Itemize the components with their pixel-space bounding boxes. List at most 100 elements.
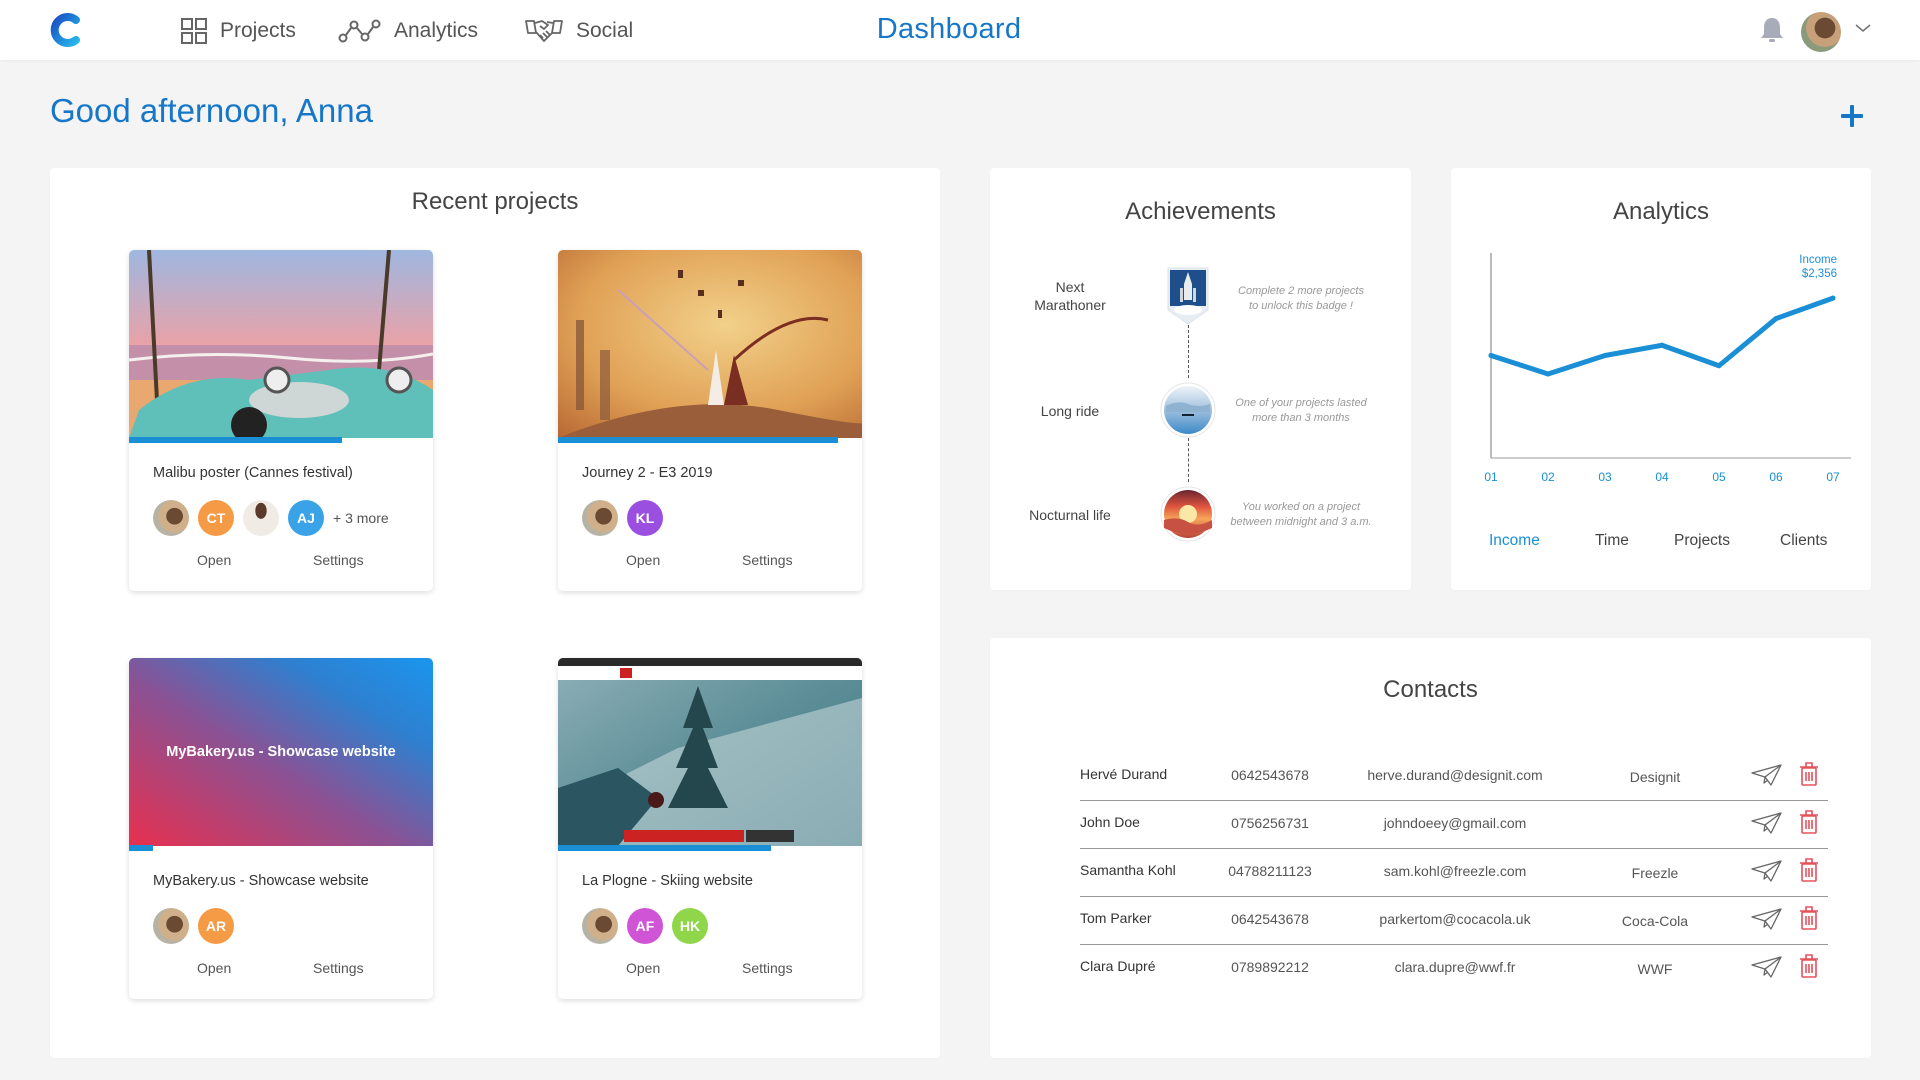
- member-avatar[interactable]: AJ: [288, 500, 324, 536]
- contact-email[interactable]: sam.kohl@freezle.com: [1330, 863, 1580, 879]
- contact-row: John Doe 0756256731 johndoeey@gmail.com: [1080, 801, 1828, 849]
- settings-button[interactable]: Settings: [742, 960, 793, 976]
- user-avatar[interactable]: [1801, 12, 1841, 52]
- member-avatar[interactable]: CT: [198, 500, 234, 536]
- data-point[interactable]: [1716, 363, 1722, 369]
- data-point[interactable]: [1488, 353, 1494, 358]
- chevron-down-icon[interactable]: [1854, 22, 1872, 34]
- paper-plane-icon[interactable]: [1751, 763, 1783, 787]
- settings-button[interactable]: Settings: [313, 552, 364, 568]
- contact-name: Tom Parker: [1080, 910, 1152, 926]
- project-thumbnail[interactable]: [558, 250, 862, 438]
- member-avatar[interactable]: [582, 908, 618, 944]
- data-point[interactable]: [1830, 295, 1836, 301]
- contact-row: Hervé Durand 0642543678 herve.durand@desig…: [1080, 753, 1828, 801]
- contact-phone: 0756256731: [1231, 815, 1309, 831]
- data-point[interactable]: [1659, 342, 1665, 348]
- contact-phone: 04788211123: [1228, 863, 1312, 879]
- paper-plane-icon[interactable]: [1751, 811, 1783, 835]
- paper-plane-icon[interactable]: [1751, 955, 1783, 979]
- trash-icon[interactable]: [1799, 953, 1819, 979]
- annotation-value: $2,356: [1802, 268, 1837, 280]
- member-avatar[interactable]: KL: [627, 500, 663, 536]
- annotation-label: Income: [1799, 254, 1837, 266]
- data-point[interactable]: [1602, 353, 1608, 358]
- project-card: MyBakery.us - Showcase website MyBakery.…: [129, 658, 433, 999]
- progress-bar: [558, 845, 771, 851]
- x-tick-label: 02: [1541, 470, 1555, 484]
- contact-name: John Doe: [1080, 814, 1140, 830]
- open-button[interactable]: Open: [626, 552, 660, 568]
- contact-email[interactable]: clara.dupre@wwf.fr: [1330, 959, 1580, 975]
- achievements-title: Achievements: [1125, 198, 1276, 225]
- x-tick-label: 05: [1712, 470, 1726, 484]
- open-button[interactable]: Open: [197, 552, 231, 568]
- trash-icon[interactable]: [1799, 809, 1819, 835]
- achievements-panel: Achievements Next Marathoner Complete 2 m…: [990, 168, 1411, 590]
- contacts-title: Contacts: [1383, 676, 1478, 703]
- project-title: MyBakery.us - Showcase website: [153, 873, 369, 889]
- member-avatar[interactable]: [153, 500, 189, 536]
- contact-email[interactable]: johndoeey@gmail.com: [1330, 815, 1580, 831]
- project-title: La Plogne - Skiing website: [582, 873, 753, 889]
- member-avatar[interactable]: [582, 500, 618, 536]
- sunset-badge-icon: [1160, 486, 1216, 542]
- member-avatar[interactable]: HK: [672, 908, 708, 944]
- member-avatar[interactable]: [243, 500, 279, 536]
- project-thumbnail[interactable]: [558, 658, 862, 846]
- tab-projects[interactable]: Projects: [1674, 532, 1730, 550]
- x-tick-label: 06: [1769, 470, 1783, 484]
- project-thumbnail[interactable]: MyBakery.us - Showcase website: [129, 658, 433, 846]
- contact-name: Clara Dupré: [1080, 958, 1156, 974]
- contact-row: Clara Dupré 0789892212 clara.dupre@wwf.fr W…: [1080, 945, 1828, 993]
- paper-plane-icon[interactable]: [1751, 859, 1783, 883]
- member-avatar[interactable]: AF: [627, 908, 663, 944]
- trash-icon[interactable]: [1799, 857, 1819, 883]
- contact-company: WWF: [1637, 961, 1673, 977]
- greeting: Good afternoon, Anna: [50, 92, 373, 129]
- contact-row: Tom Parker 0642543678 parkertom@cocacola.u…: [1080, 897, 1828, 945]
- progress-bar: [129, 845, 154, 851]
- trash-icon[interactable]: [1799, 761, 1819, 787]
- contact-phone: 0789892212: [1231, 959, 1309, 975]
- project-card: La Plogne - Skiing website AF HK Open Se…: [558, 658, 862, 999]
- more-members-link[interactable]: + 3 more: [333, 510, 389, 526]
- contact-email[interactable]: parkertom@cocacola.uk: [1330, 911, 1580, 927]
- paper-plane-icon[interactable]: [1751, 907, 1783, 931]
- income-line-chart: 01 02 03 04 05 06 07 Income $2,356: [1484, 253, 1851, 484]
- member-avatar[interactable]: [153, 908, 189, 944]
- contact-email[interactable]: herve.durand@designit.com: [1330, 767, 1580, 783]
- member-avatar[interactable]: AR: [198, 908, 234, 944]
- x-tick-label: 01: [1484, 470, 1498, 484]
- page-title: Dashboard: [876, 13, 1022, 45]
- achievement-item: Long ride One of your projects lasted mor…: [990, 380, 1411, 460]
- recent-projects-panel: Recent projects Malibu poster (Cannes fe…: [50, 168, 940, 1058]
- contact-company: Freezle: [1631, 865, 1679, 881]
- data-point[interactable]: [1773, 316, 1779, 322]
- x-tick-label: 03: [1598, 470, 1612, 484]
- data-point[interactable]: [1545, 371, 1551, 377]
- tab-clients[interactable]: Clients: [1780, 532, 1827, 550]
- achievement-description: You worked on a project between midnight …: [1230, 501, 1372, 528]
- bell-icon[interactable]: [1760, 16, 1784, 44]
- project-thumbnail[interactable]: [129, 250, 433, 438]
- analytics-tabs: Income Time Projects Clients: [1451, 532, 1871, 556]
- settings-button[interactable]: Settings: [742, 552, 793, 568]
- team-members: AF HK: [582, 908, 708, 944]
- trash-icon[interactable]: [1799, 905, 1819, 931]
- achievement-item: Nocturnal life You worked on a project be…: [990, 484, 1411, 564]
- open-button[interactable]: Open: [197, 960, 231, 976]
- team-members: AR: [153, 908, 234, 944]
- plus-icon[interactable]: [1836, 100, 1868, 132]
- thumbnail-text: MyBakery.us - Showcase website: [166, 744, 396, 760]
- achievement-description: One of your projects lasted more than 3 m…: [1235, 397, 1367, 424]
- x-tick-label: 07: [1826, 470, 1840, 484]
- contact-row: Samantha Kohl 04788211123 sam.kohl@freezle…: [1080, 849, 1828, 897]
- open-button[interactable]: Open: [626, 960, 660, 976]
- boat-badge-icon: [1160, 382, 1216, 438]
- tab-income[interactable]: Income: [1489, 532, 1540, 550]
- settings-button[interactable]: Settings: [313, 960, 364, 976]
- x-tick-label: 04: [1655, 470, 1669, 484]
- contact-phone: 0642543678: [1231, 767, 1309, 783]
- tab-time[interactable]: Time: [1595, 532, 1629, 550]
